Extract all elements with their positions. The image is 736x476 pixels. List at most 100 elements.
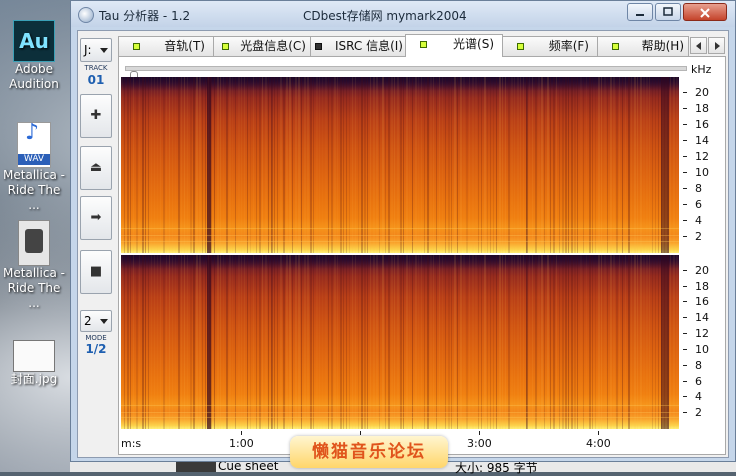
adobe-audition-icon: Au	[13, 20, 55, 62]
tab-scroll-left-button[interactable]	[690, 37, 707, 54]
tab-frequency[interactable]: 频率(F)	[502, 36, 598, 56]
drive-select[interactable]: J:	[80, 38, 112, 62]
time-tick-label: 3:00	[467, 437, 492, 450]
time-tick	[479, 431, 480, 435]
frequency-tick-label: 10	[695, 166, 709, 179]
chevron-down-icon	[100, 319, 108, 324]
window-title: Tau 分析器 - 1.2	[99, 9, 191, 23]
frequency-tick	[683, 92, 687, 93]
spectrum-panel: kHz 20 18 16 14 12 10 8 6 4 2 20 18 16 14 12 10 8 6 4 2 m:…	[118, 56, 726, 455]
tab-help[interactable]: 帮助(H)	[597, 36, 689, 56]
frequency-tick	[683, 236, 687, 237]
frequency-tick	[683, 108, 687, 109]
arrow-left-icon	[696, 42, 701, 50]
frequency-axis-right: 20 18 16 14 12 10 8 6 4 2	[683, 255, 723, 429]
maximize-button[interactable]	[655, 3, 681, 21]
tab-label: 音轨(T)	[164, 39, 205, 53]
frequency-tick	[683, 349, 687, 350]
wav-file-icon: ♪ WAV	[17, 122, 51, 168]
frequency-tick	[683, 381, 687, 382]
eject-button[interactable]: ⏏	[80, 146, 112, 190]
maximize-icon	[663, 7, 673, 16]
title-bar[interactable]: Tau 分析器 - 1.2 CDbest存储网 mymark2004	[71, 1, 735, 27]
plus-icon: ✚	[90, 108, 102, 123]
close-icon	[700, 8, 710, 18]
tab-isrc-info[interactable]: ISRC 信息(I)	[310, 36, 406, 56]
tab-scroll-right-button[interactable]	[708, 37, 725, 54]
stop-button[interactable]: ■	[80, 250, 112, 294]
tab-disc-info[interactable]: 光盘信息(C)	[213, 36, 311, 56]
frequency-tick-label: 12	[695, 327, 709, 340]
time-tick-label: 4:00	[586, 437, 611, 450]
frequency-tick	[683, 188, 687, 189]
frequency-tick-label: 4	[695, 214, 702, 227]
mode-value: 1/2	[85, 342, 107, 356]
frequency-tick-label: 16	[695, 295, 709, 308]
desktop-icon-jpg[interactable]: 封面.jpg	[0, 340, 68, 387]
app-icon[interactable]	[78, 7, 94, 23]
add-button[interactable]: ✚	[80, 94, 112, 138]
cue-file-icon	[18, 220, 50, 266]
frequency-tick-label: 8	[695, 359, 702, 372]
frequency-tick	[683, 140, 687, 141]
track-label: TRACK	[84, 64, 108, 72]
tab-label: 光谱(S)	[453, 37, 494, 51]
position-slider[interactable]	[125, 66, 687, 83]
desktop-icon-label: Metallica -	[3, 168, 65, 182]
frequency-tick	[683, 412, 687, 413]
time-tick-label: 1:00	[229, 437, 254, 450]
tab-label: 光盘信息(C)	[240, 39, 306, 53]
frequency-tick-label: 10	[695, 343, 709, 356]
desktop-icon-label: Ride The ...	[7, 183, 61, 212]
desktop-icon-cue[interactable]: Metallica - Ride The ...	[0, 220, 68, 311]
frequency-tick-label: 6	[695, 198, 702, 211]
indicator-icon	[315, 43, 322, 50]
next-button[interactable]: ➡	[80, 196, 112, 240]
frequency-tick-label: 4	[695, 390, 702, 403]
drive-value: J:	[84, 43, 92, 57]
tab-bar: 音轨(T) 光盘信息(C) ISRC 信息(I) 光谱(S) 频率(F) 帮助(…	[118, 34, 726, 57]
frequency-tick-label: 8	[695, 182, 702, 195]
spectrogram-stripes	[121, 77, 679, 253]
frequency-tick-label: 16	[695, 118, 709, 131]
tab-tracks[interactable]: 音轨(T)	[118, 36, 214, 56]
desktop-icon-label: Ride The ...	[7, 281, 61, 310]
time-tick	[598, 431, 599, 435]
desktop-icon-wav[interactable]: ♪ WAV Metallica - Ride The ...	[0, 122, 68, 213]
tau-analyzer-window: Tau 分析器 - 1.2 CDbest存储网 mymark2004 J: TR…	[70, 0, 736, 462]
desktop-icon-label: Metallica -	[3, 266, 65, 280]
time-tick	[241, 431, 242, 435]
arrow-right-icon: ➡	[90, 210, 102, 225]
window-center-title: CDbest存储网 mymark2004	[303, 9, 467, 23]
frequency-tick	[683, 124, 687, 125]
tab-label: 帮助(H)	[641, 39, 684, 53]
close-button[interactable]	[683, 3, 727, 21]
frequency-tick-label: 2	[695, 406, 702, 419]
frequency-tick	[683, 286, 687, 287]
tab-label: ISRC 信息(I)	[335, 39, 403, 53]
time-tick	[360, 431, 361, 435]
minimize-button[interactable]	[627, 3, 653, 21]
frequency-tick	[683, 204, 687, 205]
desktop-icon-label: Audition	[9, 77, 59, 91]
frequency-tick-label: 18	[695, 102, 709, 115]
tab-spectrum[interactable]: 光谱(S)	[405, 34, 503, 57]
frequency-tick-label: 2	[695, 230, 702, 243]
frequency-axis-left: 20 18 16 14 12 10 8 6 4 2	[683, 77, 723, 253]
frequency-tick	[683, 333, 687, 334]
client-area: J: TRACK 01 ✚ ⏏ ➡ ■ 2 MODE 1/2 音轨(T) 光盘信…	[77, 30, 729, 458]
frequency-tick-label: 12	[695, 150, 709, 163]
frequency-tick-label: 14	[695, 311, 709, 324]
desktop-icon-audition[interactable]: Au Adobe Audition	[0, 20, 68, 92]
spectrogram-channel-right	[121, 255, 679, 429]
indicator-icon	[133, 43, 140, 50]
frequency-tick	[683, 317, 687, 318]
desktop-icon-label: 封面.jpg	[10, 372, 58, 386]
tab-label: 频率(F)	[548, 39, 589, 53]
mode-select[interactable]: 2	[80, 310, 112, 332]
desktop-icon-label: Adobe	[15, 62, 53, 76]
spectrogram-channel-left	[121, 77, 679, 253]
jpg-file-icon	[13, 340, 55, 372]
track-number: 01	[87, 73, 105, 87]
minimize-icon	[636, 14, 644, 16]
